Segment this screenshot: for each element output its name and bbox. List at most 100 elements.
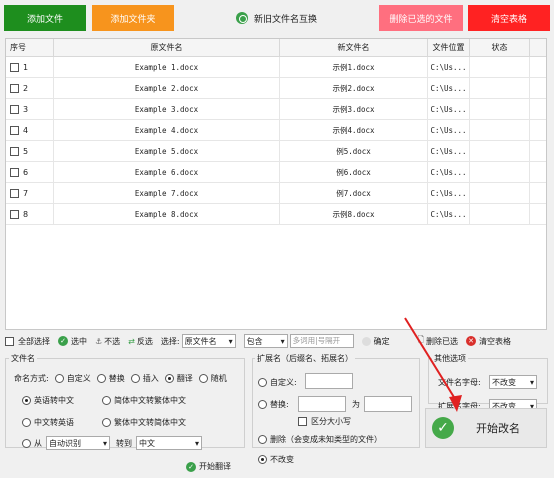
row-checkbox[interactable] [10,84,19,93]
row-new-name: 示例3.docx [280,99,428,120]
case-sensitive-checkbox[interactable]: 区分大小写 [298,416,351,427]
clear-table-button[interactable]: 清空表格 [468,5,550,31]
row-index: 3 [23,105,29,114]
table-row[interactable]: 5 Example 5.docx 例5.docx C:\Us... [6,141,546,162]
table-row[interactable]: 3 Example 3.docx 示例3.docx C:\Us... [6,99,546,120]
header-original-name: 原文件名 [54,39,280,57]
table-row[interactable]: 4 Example 4.docx 示例4.docx C:\Us... [6,120,546,141]
check-icon: ✓ [186,461,196,472]
start-translate-button[interactable]: ✓ 开始翻译 [186,461,231,472]
chevron-down-icon: ▾ [194,438,199,448]
row-index: 5 [23,147,29,156]
ext-custom-input[interactable] [305,373,353,389]
row-status [470,183,530,204]
trad-to-simp-radio[interactable]: 繁体中文转简体中文 [102,417,186,428]
ext-replace-to-input[interactable] [364,396,412,412]
ext-replace-from-input[interactable] [298,396,346,412]
row-checkbox[interactable] [10,189,19,198]
chevron-down-icon: ▾ [529,377,534,387]
filename-panel-title: 文件名 [9,353,37,364]
extension-panel-title: 扩展名（后缀名、拓展名） [255,353,355,364]
row-status [470,78,530,99]
naming-translate-radio[interactable]: 翻译 [164,373,193,384]
table-header: 序号 原文件名 新文件名 文件位置 状态 [6,39,546,57]
select-button[interactable]: ✓ 选中 [58,336,87,347]
invert-button[interactable]: ⇄ 反选 [128,336,153,347]
row-checkbox[interactable] [10,210,19,219]
to-label: 转到 [116,438,132,448]
row-checkbox[interactable] [10,126,19,135]
row-location: C:\Us... [428,183,470,204]
file-table: 序号 原文件名 新文件名 文件位置 状态 1 Example 1.docx 示例… [5,38,547,330]
row-new-name: 示例1.docx [280,57,428,78]
ext-unchanged-radio[interactable]: 不改变 [258,454,294,465]
row-index: 4 [23,126,29,135]
from-radio[interactable]: 从 [22,438,42,449]
check-icon: ✓ [58,336,68,346]
naming-custom-radio[interactable]: 自定义 [54,373,91,384]
row-original-name: Example 6.docx [54,162,280,183]
from-language-select[interactable]: 自动识别 ▾ [46,436,110,450]
ext-replace-to-label: 为 [352,400,360,409]
row-index: 1 [23,63,29,72]
from-to-row: 从 自动识别 ▾ 转到 中文 ▾ [22,436,202,450]
naming-random-radio[interactable]: 随机 [198,373,227,384]
delete-selected-button[interactable]: 🗋 删除已选 [418,334,458,348]
table-row[interactable]: 8 Example 8.docx 示例8.docx C:\Us... [6,204,546,225]
row-new-name: 例6.docx [280,162,428,183]
zh-to-en-radio[interactable]: 中文转英语 [22,417,74,428]
row-location: C:\Us... [428,99,470,120]
row-new-name: 示例8.docx [280,204,428,225]
keyword-input[interactable]: 多词用|号隔开 [289,334,354,348]
add-file-button[interactable]: 添加文件 [4,5,86,31]
row-index: 8 [23,210,29,219]
add-folder-button[interactable]: 添加文件夹 [92,5,174,31]
table-row[interactable]: 1 Example 1.docx 示例1.docx C:\Us... [6,57,546,78]
row-original-name: Example 4.docx [54,120,280,141]
table-row[interactable]: 2 Example 2.docx 示例2.docx C:\Us... [6,78,546,99]
delete-icon: 🗋 [417,335,425,344]
row-original-name: Example 5.docx [54,141,280,162]
filename-case-select[interactable]: 不改变 ▾ [489,375,537,389]
field-select[interactable]: 原文件名 ▾ [181,334,236,348]
selection-bar: 全部选择 ✓ 选中 ⚓ 不选 ⇄ 反选 选择: 原文件名 ▾ 包含 ▾ 多词用|号隔开 确… [5,332,550,350]
row-checkbox[interactable] [10,147,19,156]
start-rename-button[interactable]: ✓ 开始改名 [425,408,547,448]
table-row[interactable]: 7 Example 7.docx 例7.docx C:\Us... [6,183,546,204]
check-icon: ✓ [432,417,454,439]
row-location: C:\Us... [428,141,470,162]
invert-icon: ⇄ [128,336,135,346]
simp-to-trad-radio[interactable]: 简体中文转繁体中文 [102,395,186,406]
ext-replace-radio[interactable]: 替换: [258,399,289,410]
row-checkbox[interactable] [10,63,19,72]
row-original-name: Example 2.docx [54,78,280,99]
delete-selected-files-button[interactable]: 删除已选的文件 [379,5,463,31]
filename-case-label: 文件名字母: [438,378,481,387]
en-to-zh-radio[interactable]: 英语转中文 [22,395,74,406]
toolbar: 添加文件 添加文件夹 新旧文件名互换 删除已选的文件 清空表格 [0,0,554,38]
naming-insert-radio[interactable]: 插入 [130,373,159,384]
swap-names-button[interactable]: 新旧文件名互换 [228,5,348,31]
row-checkbox[interactable] [10,168,19,177]
row-checkbox[interactable] [10,105,19,114]
unselect-button[interactable]: ⚓ 不选 [95,336,120,347]
confirm-icon [361,336,371,346]
row-status [470,204,530,225]
table-row[interactable]: 6 Example 6.docx 例6.docx C:\Us... [6,162,546,183]
to-language-select[interactable]: 中文 ▾ [136,436,202,450]
clear-icon: ✕ [466,336,477,346]
ext-custom-radio[interactable]: 自定义: [258,377,297,388]
confirm-button[interactable]: 确定 [361,336,390,347]
ext-delete-radio[interactable]: 删除（会变成未知类型的文件） [258,434,382,445]
match-select[interactable]: 包含 ▾ [243,334,288,348]
row-original-name: Example 8.docx [54,204,280,225]
swap-icon [236,12,248,24]
select-all-checkbox[interactable]: 全部选择 [5,336,50,347]
row-index: 2 [23,84,29,93]
chevron-down-icon: ▾ [102,438,107,448]
header-index: 序号 [6,39,54,57]
anchor-icon: ⚓ [95,336,103,346]
naming-replace-radio[interactable]: 替换 [96,373,125,384]
row-status [470,99,530,120]
clear-table-button-bottom[interactable]: ✕ 清空表格 [466,336,511,347]
